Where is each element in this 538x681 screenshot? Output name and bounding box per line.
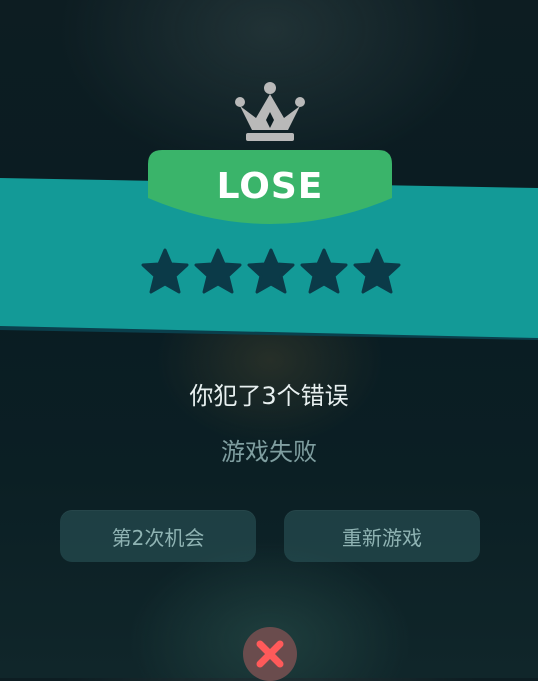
star-rating — [140, 247, 402, 299]
close-icon — [256, 640, 284, 668]
result-title: LOSE — [216, 166, 324, 207]
game-over-message: 游戏失败 — [221, 438, 317, 466]
star-icon — [353, 248, 401, 294]
star-icon — [141, 248, 189, 294]
second-chance-button[interactable]: 第2次机会 — [60, 510, 256, 562]
star-icon — [300, 248, 348, 294]
mistakes-message: 你犯了3个错误 — [189, 382, 349, 410]
star-icon — [247, 248, 295, 294]
close-button[interactable] — [243, 627, 297, 681]
crown-icon — [235, 82, 305, 141]
star-icon — [194, 248, 242, 294]
restart-button[interactable]: 重新游戏 — [284, 510, 480, 562]
